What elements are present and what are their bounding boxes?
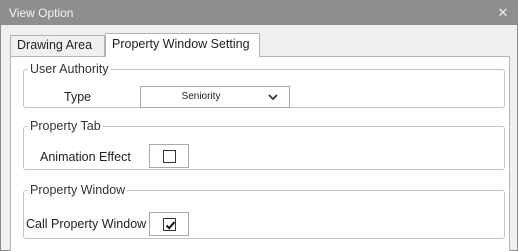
call-property-window-label: Call Property Window	[26, 217, 147, 231]
tab-panel: User Authority Type Seniority Property T…	[10, 56, 510, 251]
type-select[interactable]: Seniority	[140, 86, 290, 108]
check-icon	[165, 221, 176, 230]
animation-effect-checkbox[interactable]	[163, 150, 176, 163]
property-tab-legend: Property Tab	[30, 119, 101, 133]
type-select-value: Seniority	[181, 91, 221, 102]
call-property-window-checkbox[interactable]	[163, 218, 176, 231]
close-icon[interactable]: ✕	[495, 5, 511, 21]
user-authority-legend: User Authority	[30, 62, 109, 76]
tab-property-window-setting[interactable]: Property Window Setting	[105, 33, 260, 57]
view-option-dialog: View Option ✕ Drawing Area Property Wind…	[0, 0, 518, 251]
property-window-legend: Property Window	[30, 183, 126, 197]
property-window-group: Property Window Call Property Window	[23, 183, 505, 239]
animation-effect-label: Animation Effect	[40, 150, 131, 164]
tab-drawing-area[interactable]: Drawing Area	[10, 35, 105, 56]
type-label: Type	[64, 90, 92, 104]
property-tab-group: Property Tab Animation Effect	[23, 119, 505, 170]
window-title: View Option	[9, 6, 74, 20]
user-authority-group: User Authority Type Seniority	[23, 62, 505, 108]
title-bar[interactable]: View Option ✕	[1, 1, 517, 25]
call-property-window-field	[149, 212, 189, 236]
animation-effect-field	[149, 144, 189, 168]
chevron-down-icon	[265, 88, 281, 106]
